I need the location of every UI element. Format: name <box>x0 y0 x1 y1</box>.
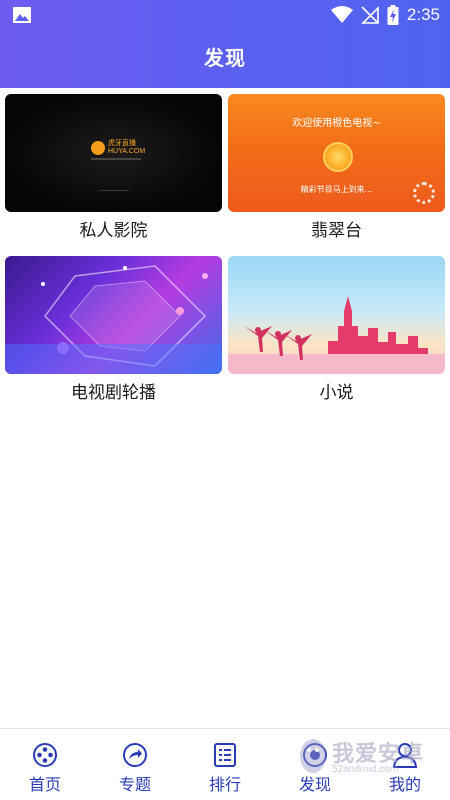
wifi-icon <box>330 6 353 23</box>
nav-topics[interactable]: 专题 <box>90 729 180 800</box>
card-label: 小说 <box>319 383 354 403</box>
orange-logo-icon <box>323 142 353 172</box>
card-label: 私人影院 <box>79 221 148 241</box>
card-thumbnail <box>5 256 222 374</box>
image-notification-icon <box>13 7 31 23</box>
loading-spinner-icon <box>413 182 435 204</box>
status-time: 2:35 <box>406 5 440 24</box>
watermark-sub: 52android.com <box>332 764 399 775</box>
huya-logo: 虎牙直播 HUYA.COM <box>91 140 145 156</box>
card-novel[interactable]: 小说 <box>228 256 445 418</box>
dancers-skyline-graphic <box>228 296 445 374</box>
nav-label: 首页 <box>28 775 61 794</box>
nav-label: 排行 <box>208 775 241 794</box>
app-screen: 2:35 发现 虎牙直播 HUYA.COM 私人影院 欢迎使用橙色电视~ 精彩节目… <box>0 0 450 800</box>
nav-home[interactable]: 首页 <box>0 729 90 800</box>
site-watermark: 我爱安卓 52android.com <box>298 730 438 782</box>
status-icons: 2:35 <box>330 4 440 26</box>
card-thumbnail: 欢迎使用橙色电视~ 精彩节目马上到来... <box>228 94 445 212</box>
top-bar: 2:35 发现 <box>0 0 450 88</box>
card-label: 翡翠台 <box>311 221 362 241</box>
card-thumbnail: 虎牙直播 HUYA.COM <box>5 94 222 212</box>
abstract-graphic <box>5 265 222 374</box>
card-thumbnail <box>228 256 445 374</box>
list-icon <box>214 743 236 767</box>
share-arrow-icon <box>123 743 147 767</box>
battery-charging-icon <box>387 5 399 25</box>
content-grid: 虎牙直播 HUYA.COM 私人影院 欢迎使用橙色电视~ 精彩节目马上到来... … <box>5 94 446 418</box>
nav-label: 专题 <box>118 775 151 794</box>
no-signal-icon <box>360 6 379 24</box>
card-jade-channel[interactable]: 欢迎使用橙色电视~ 精彩节目马上到来... 翡翠台 <box>228 94 445 256</box>
card-label: 电视剧轮播 <box>71 383 156 403</box>
film-reel-icon <box>33 743 57 767</box>
nav-ranking[interactable]: 排行 <box>180 729 270 800</box>
card-tv-series-loop[interactable]: 电视剧轮播 <box>5 256 222 418</box>
thumb-welcome-text: 欢迎使用橙色电视~ <box>292 118 381 129</box>
status-bar: 2:35 <box>0 0 450 30</box>
card-private-cinema[interactable]: 虎牙直播 HUYA.COM 私人影院 <box>5 94 222 256</box>
android-robot-icon <box>300 739 326 773</box>
page-title: 发现 <box>204 46 246 70</box>
